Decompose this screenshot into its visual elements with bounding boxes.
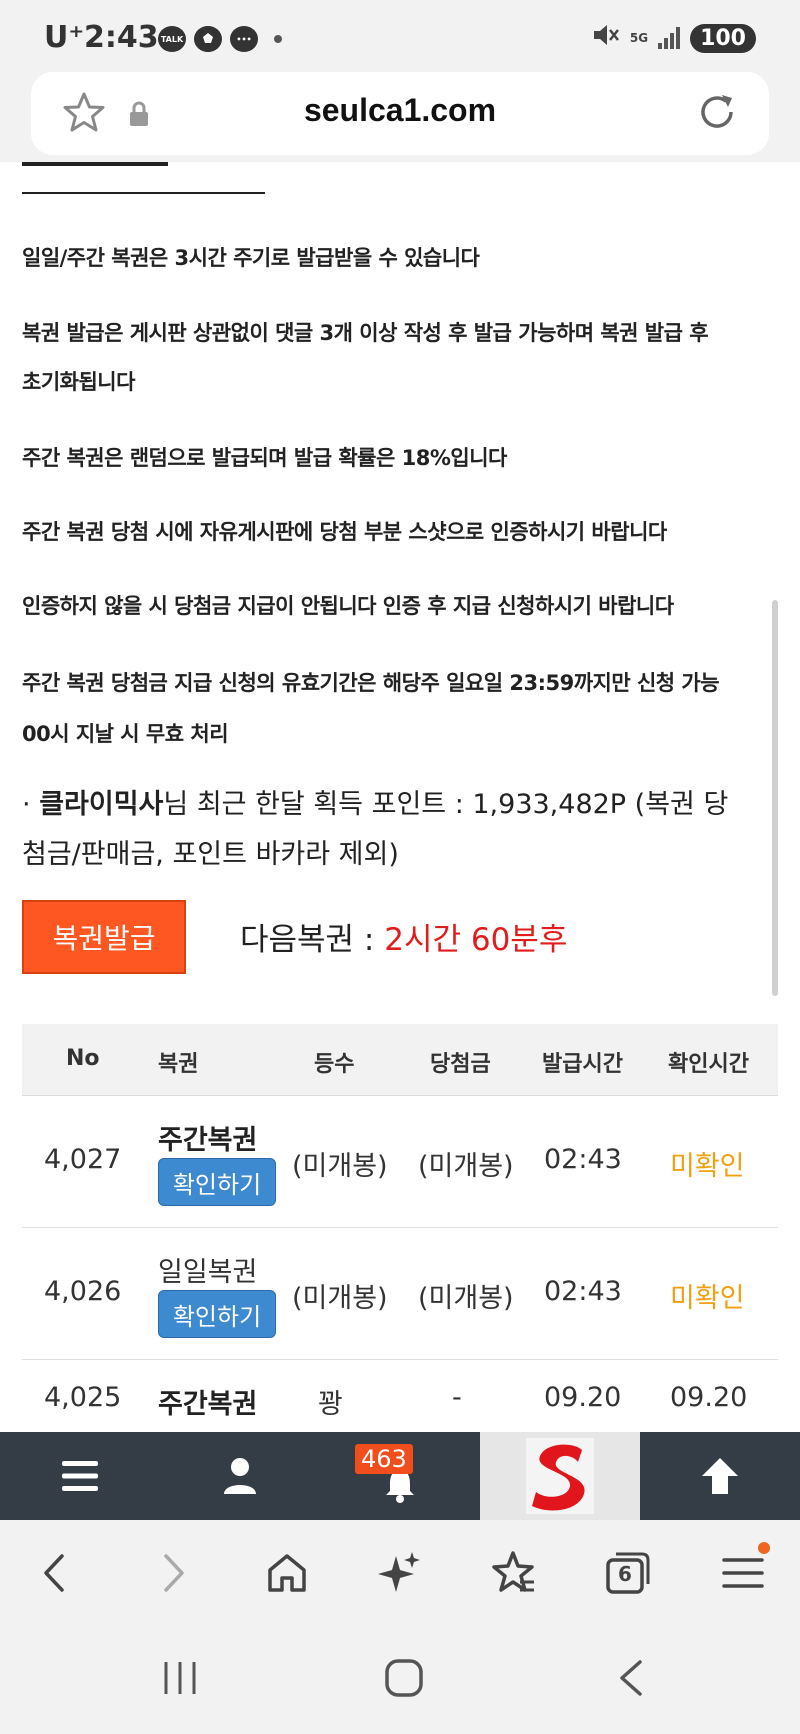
signal-icon — [658, 27, 681, 49]
scrollbar[interactable] — [772, 600, 778, 996]
header-rank: 등수 — [314, 1052, 355, 1077]
back-nav-icon[interactable] — [610, 1658, 650, 1698]
bullet: · — [22, 789, 31, 820]
arrow-up-icon — [702, 1458, 738, 1494]
row-rank: 꽝 — [318, 1389, 343, 1420]
mute-icon — [592, 22, 620, 54]
lottery-page: 일일/주간 복권은 3시간 주기로 발급받을 수 있습니다 복권 발급은 게시판… — [0, 162, 800, 1432]
row-rank: (미개봉) — [292, 1283, 388, 1314]
status-time: 2:43 — [84, 20, 159, 55]
username[interactable]: 클라이믹사 — [39, 789, 163, 820]
rule-text: 주간 복권은 랜덤으로 발급되며 발급 확률은 18%입니다 — [22, 446, 507, 470]
header-issued: 발급시간 — [542, 1052, 623, 1077]
tab-count: 6 — [618, 1562, 632, 1586]
next-lottery-time: 2시간 60분후 — [384, 922, 568, 958]
home-icon[interactable] — [262, 1548, 312, 1598]
points-summary-cont: 첨금/판매금, 포인트 바카라 제외) — [22, 839, 399, 870]
browser-toolbar: seulca1.com — [0, 72, 800, 162]
rule-text: 초기화됩니다 — [22, 370, 135, 394]
talk-icon: TALK — [158, 26, 186, 52]
issue-lottery-button[interactable]: 복권발급 — [22, 900, 186, 974]
row-confirmed: 미확인 — [670, 1283, 745, 1314]
site-logo[interactable] — [480, 1432, 640, 1520]
sparkle-icon[interactable] — [374, 1548, 424, 1598]
chat-icon: ••• — [230, 26, 258, 52]
page-title-fragment — [22, 162, 265, 168]
title-underline — [22, 192, 265, 194]
row-confirmed: 09.20 — [670, 1382, 748, 1413]
row-lotto: 주간복권 — [158, 1125, 258, 1156]
confirm-button[interactable]: 확인하기 — [158, 1290, 276, 1338]
row-lotto: 주간복권 — [158, 1389, 258, 1420]
rule-text: 복권 발급은 게시판 상관없이 댓글 3개 이상 작성 후 발급 가능하며 복권… — [22, 321, 709, 345]
scroll-top-button[interactable] — [640, 1432, 800, 1520]
row-no: 4,025 — [44, 1382, 122, 1413]
points-summary: · 클라이믹사님 최근 한달 획득 포인트 : 1,933,482P (복권 당 — [22, 782, 728, 821]
reload-icon[interactable] — [695, 90, 739, 134]
header-no: No — [66, 1046, 100, 1071]
row-issued: 09.20 — [544, 1382, 622, 1413]
rule-text: 일일/주간 복권은 3시간 주기로 발급받을 수 있습니다 — [22, 246, 480, 270]
notification-count-badge: 463 — [355, 1444, 413, 1474]
notification-icons: TALK ••• — [158, 26, 282, 52]
site-bottom-nav: 463 — [0, 1432, 800, 1520]
user-icon — [224, 1458, 256, 1494]
table-row: 4,026 일일복권 확인하기 (미개봉) (미개봉) 02:43 미확인 — [22, 1228, 778, 1360]
row-lotto: 일일복권 — [158, 1257, 258, 1288]
table-row: 4,027 주간복권 확인하기 (미개봉) (미개봉) 02:43 미확인 — [22, 1096, 778, 1228]
url-text[interactable]: seulca1.com — [31, 92, 769, 129]
next-lottery-label: 다음복권 : — [240, 922, 385, 958]
rule-text: 00시 지날 시 무효 처리 — [22, 722, 229, 746]
header-confirmed: 확인시간 — [668, 1052, 749, 1077]
network-type: 5G — [629, 31, 649, 45]
header-lotto: 복권 — [158, 1052, 199, 1077]
s-logo-icon — [526, 1438, 594, 1514]
points-text: 님 최근 한달 획득 포인트 : 1,933,482P (복권 당 — [163, 789, 729, 820]
user-button[interactable] — [160, 1432, 320, 1520]
forward-icon[interactable] — [148, 1548, 198, 1598]
row-issued: 02:43 — [544, 1144, 622, 1175]
soccer-icon — [194, 26, 222, 52]
rule-text: 주간 복권 당첨 시에 자유게시판에 당첨 부분 스샷으로 인증하시기 바랍니다 — [22, 520, 667, 544]
system-nav-bar — [0, 1628, 800, 1734]
row-rank: (미개봉) — [292, 1151, 388, 1182]
rule-text: 인증하지 않을 시 당첨금 지급이 안됩니다 인증 후 지급 신청하시기 바랍니… — [22, 594, 674, 618]
header-prize: 당첨금 — [430, 1052, 491, 1077]
menu-button[interactable] — [0, 1432, 160, 1520]
row-prize: (미개봉) — [418, 1283, 514, 1314]
battery-indicator: 100 — [690, 23, 756, 53]
row-no: 4,026 — [44, 1276, 122, 1307]
row-confirmed: 미확인 — [670, 1151, 745, 1182]
row-no: 4,027 — [44, 1144, 122, 1175]
more-notifications-dot — [274, 35, 282, 43]
rule-text: 주간 복권 당첨금 지급 신청의 유효기간은 해당주 일요일 23:59까지만 … — [22, 671, 720, 695]
address-bar[interactable]: seulca1.com — [31, 72, 769, 155]
recent-apps-icon[interactable] — [160, 1658, 200, 1698]
next-lottery: 다음복권 : 2시간 60분후 — [240, 914, 567, 959]
browser-bottom-bar: 6 — [0, 1520, 800, 1628]
row-issued: 02:43 — [544, 1276, 622, 1307]
status-bar: U⁺ 2:43 TALK ••• 5G 100 — [0, 0, 800, 72]
row-prize: (미개봉) — [418, 1151, 514, 1182]
back-icon[interactable] — [30, 1548, 80, 1598]
home-nav-icon[interactable] — [384, 1658, 424, 1698]
table-header: No 복권 등수 당첨금 발급시간 확인시간 — [22, 1024, 778, 1096]
menu-icon[interactable] — [718, 1548, 768, 1598]
menu-notification-dot — [758, 1542, 770, 1554]
table-row: 4,025 주간복권 꽝 - 09.20 09.20 — [22, 1360, 778, 1432]
carrier-label: U⁺ — [44, 20, 85, 55]
row-prize: - — [452, 1382, 462, 1413]
menu-icon — [62, 1461, 98, 1491]
tabs-button[interactable]: 6 — [602, 1548, 652, 1598]
confirm-button[interactable]: 확인하기 — [158, 1158, 276, 1206]
bookmarks-icon[interactable] — [488, 1548, 538, 1598]
